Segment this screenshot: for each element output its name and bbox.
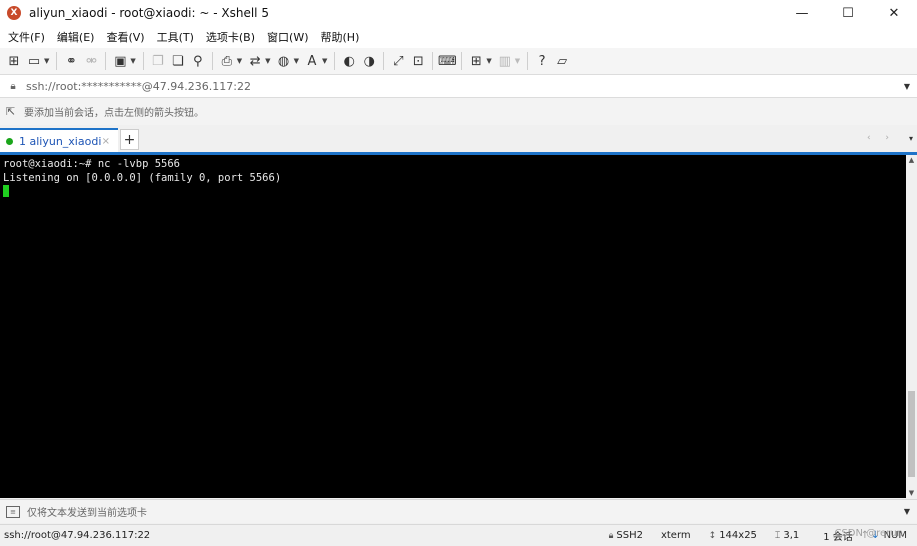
status-cursor-position: 3,1	[783, 530, 800, 541]
add-session-arrow-icon[interactable]: ⇱	[6, 105, 20, 118]
menu-window[interactable]: 窗口(W)	[261, 29, 314, 45]
toolbar-divider	[461, 52, 463, 70]
menu-view[interactable]: 查看(V)	[100, 29, 150, 45]
toolbar-divider	[432, 52, 434, 70]
status-bar: ssh://root@47.94.236.117:22 🔒︎ SSH2 xter…	[0, 524, 917, 546]
find-icon[interactable]: ⚲	[188, 51, 208, 71]
tab-label: 1 aliyun_xiaodi	[19, 134, 102, 148]
open-dropdown-icon[interactable]: ▼	[44, 57, 49, 65]
title-bar: X aliyun_xiaodi - root@xiaodi: ~ - Xshel…	[0, 0, 917, 26]
keyboard-icon[interactable]: ⌨	[437, 51, 457, 71]
tab-bar: 1 aliyun_xiaodi × + ‹ › ▾	[0, 125, 917, 155]
toolbar: ⊞ ▭ ▼ ⚭ ⚮ ▣ ▼ ❐ ❏ ⚲ ⎙ ▼ ⇄ ▼ ◍ ▼ A ▼ ◐ ◑ ⤢ ⊡ ⌨ …	[0, 48, 917, 74]
properties-dropdown-icon[interactable]: ▼	[130, 57, 135, 65]
status-terminal-size: 144x25	[719, 530, 757, 541]
transfer-dropdown-icon[interactable]: ▼	[265, 57, 270, 65]
status-protocol: SSH2	[616, 530, 643, 541]
print-dropdown-icon[interactable]: ▼	[237, 57, 242, 65]
close-button[interactable]: ✕	[871, 0, 917, 26]
window-title: aliyun_xiaodi - root@xiaodi: ~ - Xshell …	[29, 6, 269, 20]
compose-add-icon[interactable]: ⊞	[466, 51, 486, 71]
globe-icon[interactable]: ◍	[274, 51, 294, 71]
session-hint-bar: ⇱ 要添加当前会话，点击左侧的箭头按钮。	[0, 98, 917, 125]
properties-icon[interactable]: ▣	[110, 51, 130, 71]
new-tab-button[interactable]: +	[120, 129, 139, 150]
connected-status-icon	[6, 137, 13, 145]
menu-help[interactable]: 帮助(H)	[315, 29, 366, 45]
menu-tools[interactable]: 工具(T)	[151, 29, 200, 45]
menu-tabs[interactable]: 选项卡(B)	[200, 29, 261, 45]
tab-menu-icon[interactable]: ▾	[909, 134, 913, 143]
layout-dropdown-icon[interactable]: ▼	[515, 57, 520, 65]
xshell-app-icon: X	[7, 6, 21, 20]
globe-dropdown-icon[interactable]: ▼	[294, 57, 299, 65]
status-connection: ssh://root@47.94.236.117:22	[4, 530, 151, 541]
tab-nav-arrows-icon[interactable]: ‹ ›	[867, 133, 895, 143]
font-icon[interactable]: A	[302, 51, 322, 71]
menu-file[interactable]: 文件(F)	[2, 29, 51, 45]
toolbar-divider	[56, 52, 58, 70]
xshell-icon[interactable]: ◑	[359, 51, 379, 71]
tab-close-icon[interactable]: ×	[102, 136, 110, 147]
lock-icon: 🔒︎	[10, 80, 16, 92]
lock-icon[interactable]: ⊡	[408, 51, 428, 71]
disconnect-icon[interactable]: ⚮	[81, 51, 101, 71]
compose-bar: ≡ 仅将文本发送到当前选项卡 ▼	[0, 499, 917, 523]
scroll-up-icon[interactable]: ▲	[906, 156, 917, 164]
scroll-down-icon[interactable]: ▼	[906, 489, 917, 497]
minimize-button[interactable]: —	[779, 0, 825, 26]
csdn-watermark: CSDN @rerun	[834, 528, 903, 539]
address-input[interactable]: ssh://root:***********@47.94.236.117:22	[26, 80, 897, 93]
paste-icon[interactable]: ❏	[168, 51, 188, 71]
compose-dropdown-icon[interactable]: ▼	[486, 57, 491, 65]
address-bar: 🔒︎ ssh://root:***********@47.94.236.117:…	[0, 74, 917, 98]
toolbar-divider	[211, 52, 213, 70]
new-session-icon[interactable]: ⊞	[4, 51, 24, 71]
session-hint-text: 要添加当前会话，点击左侧的箭头按钮。	[24, 108, 204, 119]
menu-bar: 文件(F) 编辑(E) 查看(V) 工具(T) 选项卡(B) 窗口(W) 帮助(…	[0, 26, 917, 48]
cursor-position-icon: ⌶	[774, 530, 781, 541]
resize-icon: ↕	[708, 530, 717, 541]
terminal-scrollbar[interactable]: ▲ ▼	[906, 155, 917, 498]
font-dropdown-icon[interactable]: ▼	[322, 57, 327, 65]
terminal-cursor	[3, 185, 9, 197]
chat-icon[interactable]: ▱	[552, 51, 572, 71]
reconnect-icon[interactable]: ⚭	[61, 51, 81, 71]
xftp-icon[interactable]: ◐	[339, 51, 359, 71]
toolbar-divider	[142, 52, 144, 70]
status-terminal-type: xterm	[660, 530, 691, 541]
open-folder-icon[interactable]: ▭	[24, 51, 44, 71]
copy-icon[interactable]: ❐	[148, 51, 168, 71]
print-icon[interactable]: ⎙	[217, 51, 237, 71]
secure-lock-icon: 🔒︎	[608, 530, 614, 541]
terminal-screen[interactable]: root@xiaodi:~# nc -lvbp 5566 Listening o…	[0, 155, 906, 498]
compose-input[interactable]: 仅将文本发送到当前选项卡	[27, 504, 897, 519]
toolbar-divider	[334, 52, 336, 70]
toolbar-divider	[527, 52, 529, 70]
maximize-button[interactable]: ☐	[825, 0, 871, 26]
terminal-line: root@xiaodi:~# nc -lvbp 5566	[3, 158, 181, 170]
terminal-line: Listening on [0.0.0.0] (family 0, port 5…	[3, 172, 282, 184]
compose-icon[interactable]: ≡	[6, 505, 20, 518]
transfer-icon[interactable]: ⇄	[245, 51, 265, 71]
toolbar-divider	[105, 52, 107, 70]
toolbar-divider	[383, 52, 385, 70]
scrollbar-thumb[interactable]	[908, 391, 915, 477]
terminal-output: root@xiaodi:~# nc -lvbp 5566 Listening o…	[3, 157, 281, 199]
help-icon[interactable]: ?	[532, 51, 552, 71]
fullscreen-icon[interactable]: ⤢	[388, 51, 408, 71]
compose-dropdown-icon[interactable]: ▼	[897, 507, 917, 516]
layout-icon[interactable]: ▥	[495, 51, 515, 71]
address-dropdown-icon[interactable]: ▼	[897, 82, 917, 91]
tab-aliyun-xiaodi[interactable]: 1 aliyun_xiaodi ×	[0, 128, 118, 152]
menu-edit[interactable]: 编辑(E)	[51, 29, 101, 45]
